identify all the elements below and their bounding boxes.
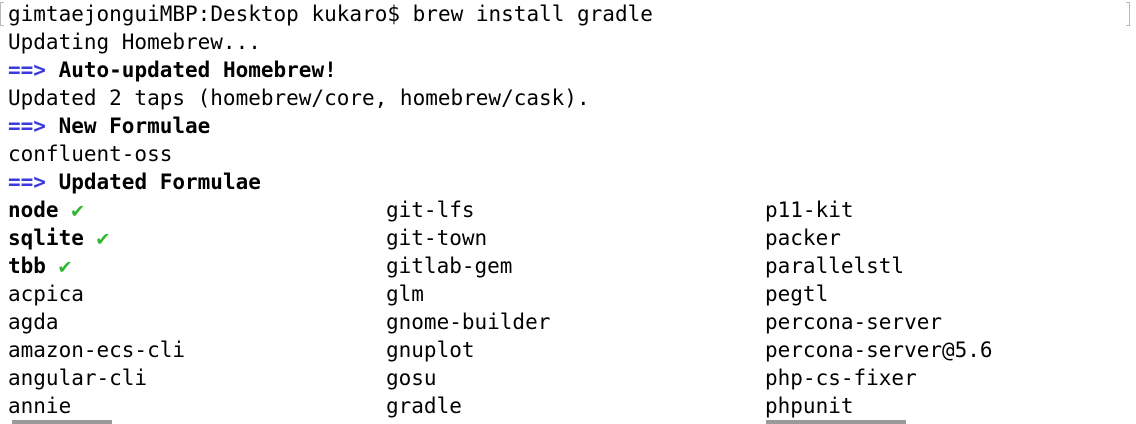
output-line: Updating Homebrew... <box>8 28 261 56</box>
formula-item: packer <box>765 226 841 250</box>
arrow-marker: ==> <box>8 170 46 194</box>
prompt-symbol: $ <box>387 2 400 26</box>
formula-item: gitlab-gem <box>386 254 513 278</box>
check-icon: ✔ <box>71 198 84 222</box>
formula-item: phpunit <box>765 394 854 418</box>
formula-name: acpica <box>8 282 84 306</box>
formula-name: angular-cli <box>8 366 148 390</box>
formula-name: node <box>8 198 59 222</box>
prompt-space-2 <box>400 2 413 26</box>
formula-item: parallelstl <box>765 254 905 278</box>
line-mark-bracket-right <box>1126 2 1130 26</box>
prompt-user: kukaro <box>311 2 388 26</box>
formula-item: glm <box>386 282 424 306</box>
heading-new-formulae: New Formulae <box>58 114 211 138</box>
formula-name: annie <box>8 394 72 418</box>
formula-item: acpica <box>8 280 84 308</box>
formula-item: sqlite ✔ <box>8 224 109 252</box>
arrow-marker: ==> <box>8 114 46 138</box>
formula-name: agda <box>8 310 59 334</box>
formula-item: git-lfs <box>386 198 475 222</box>
terminal-window[interactable]: gimtaejonguiMBP:Desktop kukaro$ brew ins… <box>0 0 1136 424</box>
heading-updated-formulae: Updated Formulae <box>58 170 261 194</box>
updating-text: Updating Homebrew... <box>8 30 261 54</box>
formula-item: pegtl <box>765 282 829 306</box>
formula-name: sqlite <box>8 226 84 250</box>
cut-off-text-fragment <box>766 420 906 424</box>
formula-item: git-town <box>386 226 488 250</box>
heading-auto-updated: Auto-updated Homebrew! <box>58 58 337 82</box>
heading-line: ==> Updated Formulae <box>8 168 261 196</box>
formula-item: amazon-ecs-cli <box>8 336 185 364</box>
output-line: Updated 2 taps (homebrew/core, homebrew/… <box>8 84 590 112</box>
formula-item: annie <box>8 392 71 420</box>
formula-item: gosu <box>386 366 437 390</box>
formula-item: tbb ✔ <box>8 252 71 280</box>
prompt-cwd: Desktop <box>210 2 299 26</box>
prompt-host: gimtaejonguiMBP <box>8 2 198 26</box>
formula-item: node ✔ <box>8 196 84 224</box>
check-icon: ✔ <box>58 254 72 278</box>
check-icon: ✔ <box>96 226 110 250</box>
prompt-line: gimtaejonguiMBP:Desktop kukaro$ brew ins… <box>8 0 653 28</box>
formula-name: amazon-ecs-cli <box>8 338 186 362</box>
heading-line: ==> Auto-updated Homebrew! <box>8 56 337 84</box>
cut-off-text-fragment <box>12 420 112 424</box>
arrow-marker: ==> <box>8 58 46 82</box>
formula-item: agda <box>8 308 59 336</box>
prompt-separator: : <box>197 2 211 26</box>
formula-item: p11-kit <box>765 198 854 222</box>
formula-item: php-cs-fixer <box>765 366 917 390</box>
formula-item: percona-server <box>765 310 943 334</box>
new-formula-item: confluent-oss <box>8 142 173 166</box>
formula-item: gnome-builder <box>386 310 551 334</box>
formula-item: percona-server@5.6 <box>765 338 993 362</box>
updated-taps-text: Updated 2 taps (homebrew/core, homebrew/… <box>8 86 590 110</box>
heading-line: ==> New Formulae <box>8 112 210 140</box>
output-line: confluent-oss <box>8 140 172 168</box>
formula-name: tbb <box>8 254 46 278</box>
formula-item: gnuplot <box>386 338 475 362</box>
line-mark-bracket-left <box>0 2 4 26</box>
formula-item: angular-cli <box>8 364 147 392</box>
command-text: brew install gradle <box>412 2 653 26</box>
formula-item: gradle <box>386 394 462 418</box>
